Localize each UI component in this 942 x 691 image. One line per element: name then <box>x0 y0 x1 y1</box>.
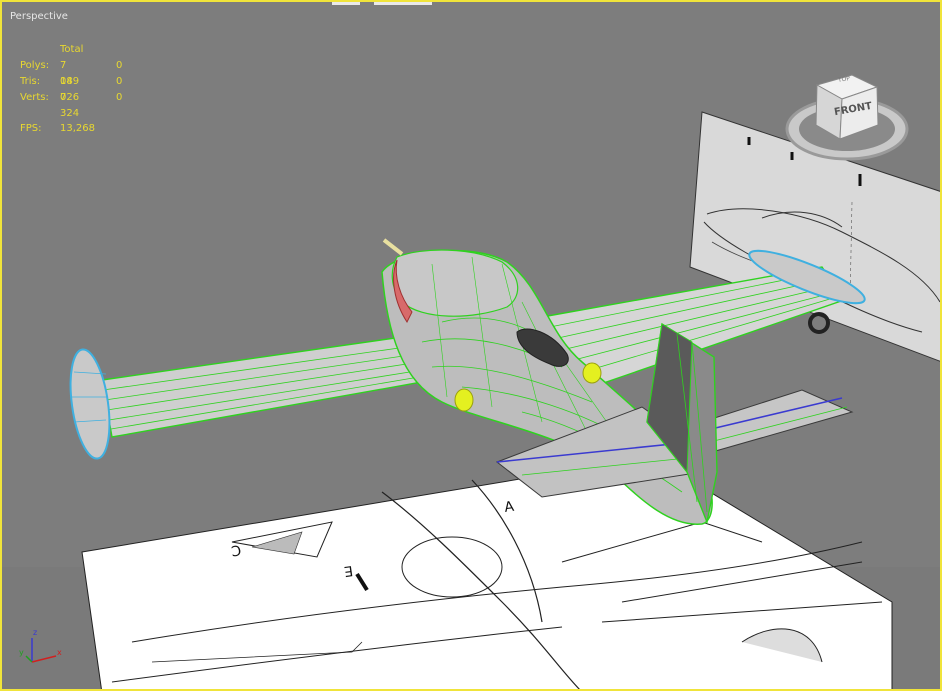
perspective-viewport[interactable]: A C E Perspective Total Polys: 7 089 0 T… <box>0 0 942 691</box>
stats-selected: 0 <box>116 76 123 87</box>
stats-selected: 0 <box>116 92 123 103</box>
left-intake <box>454 388 474 412</box>
viewport-label[interactable]: Perspective <box>10 11 68 22</box>
stats-total: 7 324 <box>60 92 80 119</box>
stats-label: Verts: <box>20 92 49 103</box>
right-intake <box>582 362 602 384</box>
axis-tripod-icon: z x y <box>16 626 66 670</box>
stats-header-total: Total <box>60 44 84 55</box>
fps-label: FPS: <box>20 123 42 134</box>
left-tip-tank <box>69 348 111 460</box>
top-blueprint-plane: A C E <box>81 456 893 689</box>
left-wing <box>101 336 424 438</box>
axis-x-label: x <box>57 648 62 657</box>
stats-label: Polys: <box>20 60 50 71</box>
axis-z-label: z <box>33 628 38 637</box>
fps-value: 13,268 <box>60 123 95 134</box>
stats-selected: 0 <box>116 60 123 71</box>
pitot-probe <box>382 238 404 256</box>
axis-y-label: y <box>19 648 24 657</box>
stats-label: Tris: <box>20 76 41 87</box>
fps-readout: FPS: 13,268 <box>20 123 95 134</box>
